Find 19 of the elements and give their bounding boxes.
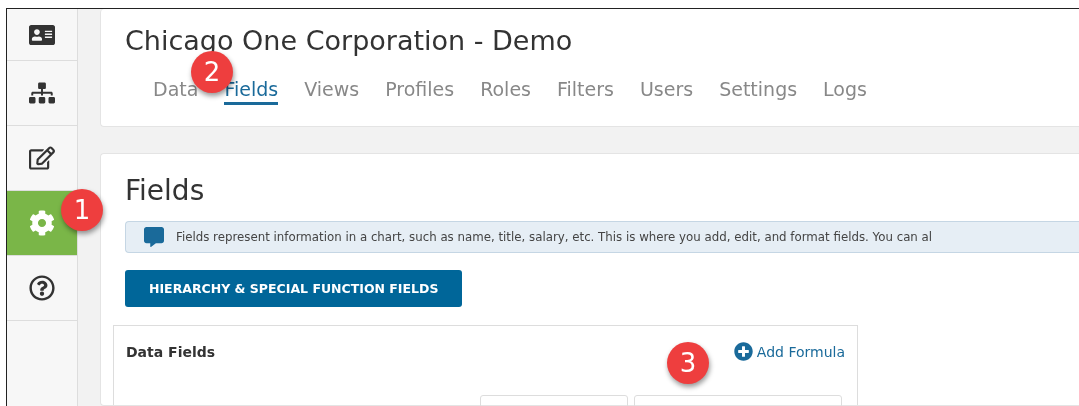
settings-icon (29, 210, 55, 236)
tab[interactable]: Logs (823, 78, 867, 105)
hierarchy-icon (29, 80, 55, 106)
edit-icon (29, 145, 55, 171)
tab[interactable]: Roles (480, 78, 531, 105)
page-title: Chicago One Corporation - Demo (125, 25, 574, 56)
add-formula-link[interactable]: Add Formula (733, 342, 845, 361)
hierarchy-button[interactable]: HIERARCHY & SPECIAL FUNCTION FIELDS (125, 270, 463, 307)
panel-title: Data Fields (126, 343, 216, 360)
section-heading: Fields (125, 174, 206, 207)
tab[interactable]: Settings (719, 78, 798, 105)
info-text: Fields represent information in a chart, such as name, title, salary, etc. This is where you add, edit, and format fields. You can al (176, 230, 933, 244)
plus-icon (733, 342, 753, 361)
tab[interactable]: Users (639, 78, 694, 105)
tab[interactable]: Filters (556, 78, 614, 105)
tab[interactable]: Views (304, 78, 360, 105)
help-icon (29, 275, 55, 301)
message-icon (144, 227, 164, 247)
tab[interactable]: Profiles (385, 78, 455, 105)
